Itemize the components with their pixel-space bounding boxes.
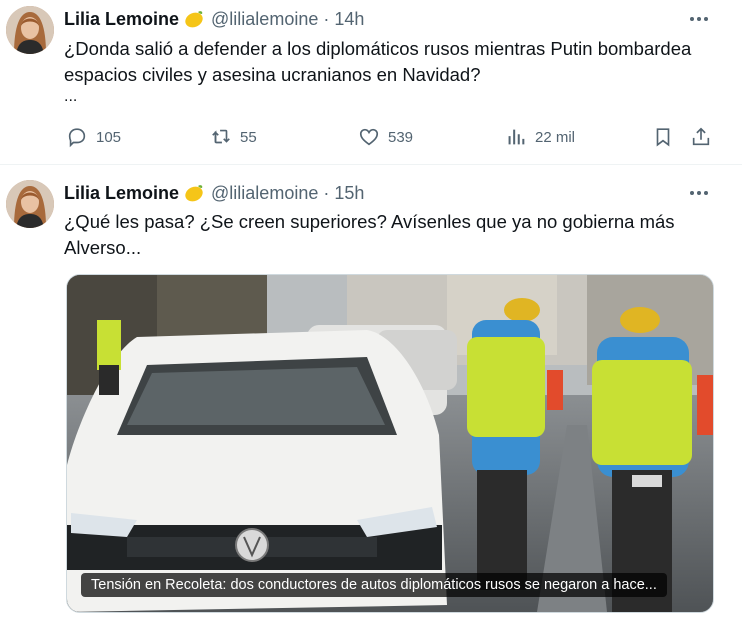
reply-icon: [68, 128, 86, 148]
share-button[interactable]: [690, 122, 720, 152]
tweet-text: ¿Donda salió a defender a los diplomátic…: [64, 38, 692, 85]
share-icon: [692, 127, 710, 146]
more-icon[interactable]: [688, 182, 710, 204]
reply-button[interactable]: 105: [66, 122, 121, 152]
views-icon: [508, 129, 525, 145]
video-caption: Tensión en Recoleta: dos conductores de …: [81, 573, 667, 597]
bookmark-button[interactable]: [652, 122, 682, 152]
views-count: 22 mil: [535, 128, 576, 146]
avatar[interactable]: [6, 6, 54, 54]
tweet-actions: 105 55 539 22 mil: [64, 122, 724, 152]
tweet[interactable]: Lilia Lemoine @lilialemoine · 15h ¿Qué l…: [0, 165, 742, 620]
separator-dot: ·: [323, 182, 330, 203]
video-player[interactable]: Tensión en Recoleta: dos conductores de …: [66, 274, 714, 613]
tweet[interactable]: Lilia Lemoine @lilialemoine · 14h ¿Donda…: [0, 0, 742, 165]
video-thumbnail: [67, 275, 713, 612]
timestamp[interactable]: 15h: [334, 183, 364, 204]
tweet-text: ¿Qué les pasa? ¿Se creen superiores? Aví…: [64, 211, 675, 258]
avatar[interactable]: [6, 180, 54, 228]
tweet-header: Lilia Lemoine @lilialemoine · 14h: [64, 8, 364, 30]
more-icon[interactable]: [688, 8, 710, 30]
retweet-button[interactable]: 55: [210, 122, 257, 152]
retweet-count: 55: [240, 128, 257, 146]
retweet-icon: [212, 129, 230, 144]
views-button[interactable]: 22 mil: [505, 122, 575, 152]
user-handle[interactable]: @lilialemoine: [211, 183, 318, 204]
separator-dot: ·: [323, 8, 330, 29]
like-icon: [359, 128, 379, 146]
user-handle[interactable]: @lilialemoine: [211, 9, 318, 30]
lemon-icon: [183, 8, 205, 30]
display-name[interactable]: Lilia Lemoine: [64, 183, 179, 204]
like-button[interactable]: 539: [358, 122, 413, 152]
lemon-icon: [183, 182, 205, 204]
timestamp[interactable]: 14h: [334, 9, 364, 30]
tweet-header: Lilia Lemoine @lilialemoine · 15h: [64, 182, 364, 204]
bookmark-icon: [656, 128, 670, 147]
reply-count: 105: [96, 128, 122, 146]
like-count: 539: [388, 128, 414, 146]
display-name[interactable]: Lilia Lemoine: [64, 9, 179, 30]
show-more-ellipsis[interactable]: ...: [64, 88, 77, 106]
